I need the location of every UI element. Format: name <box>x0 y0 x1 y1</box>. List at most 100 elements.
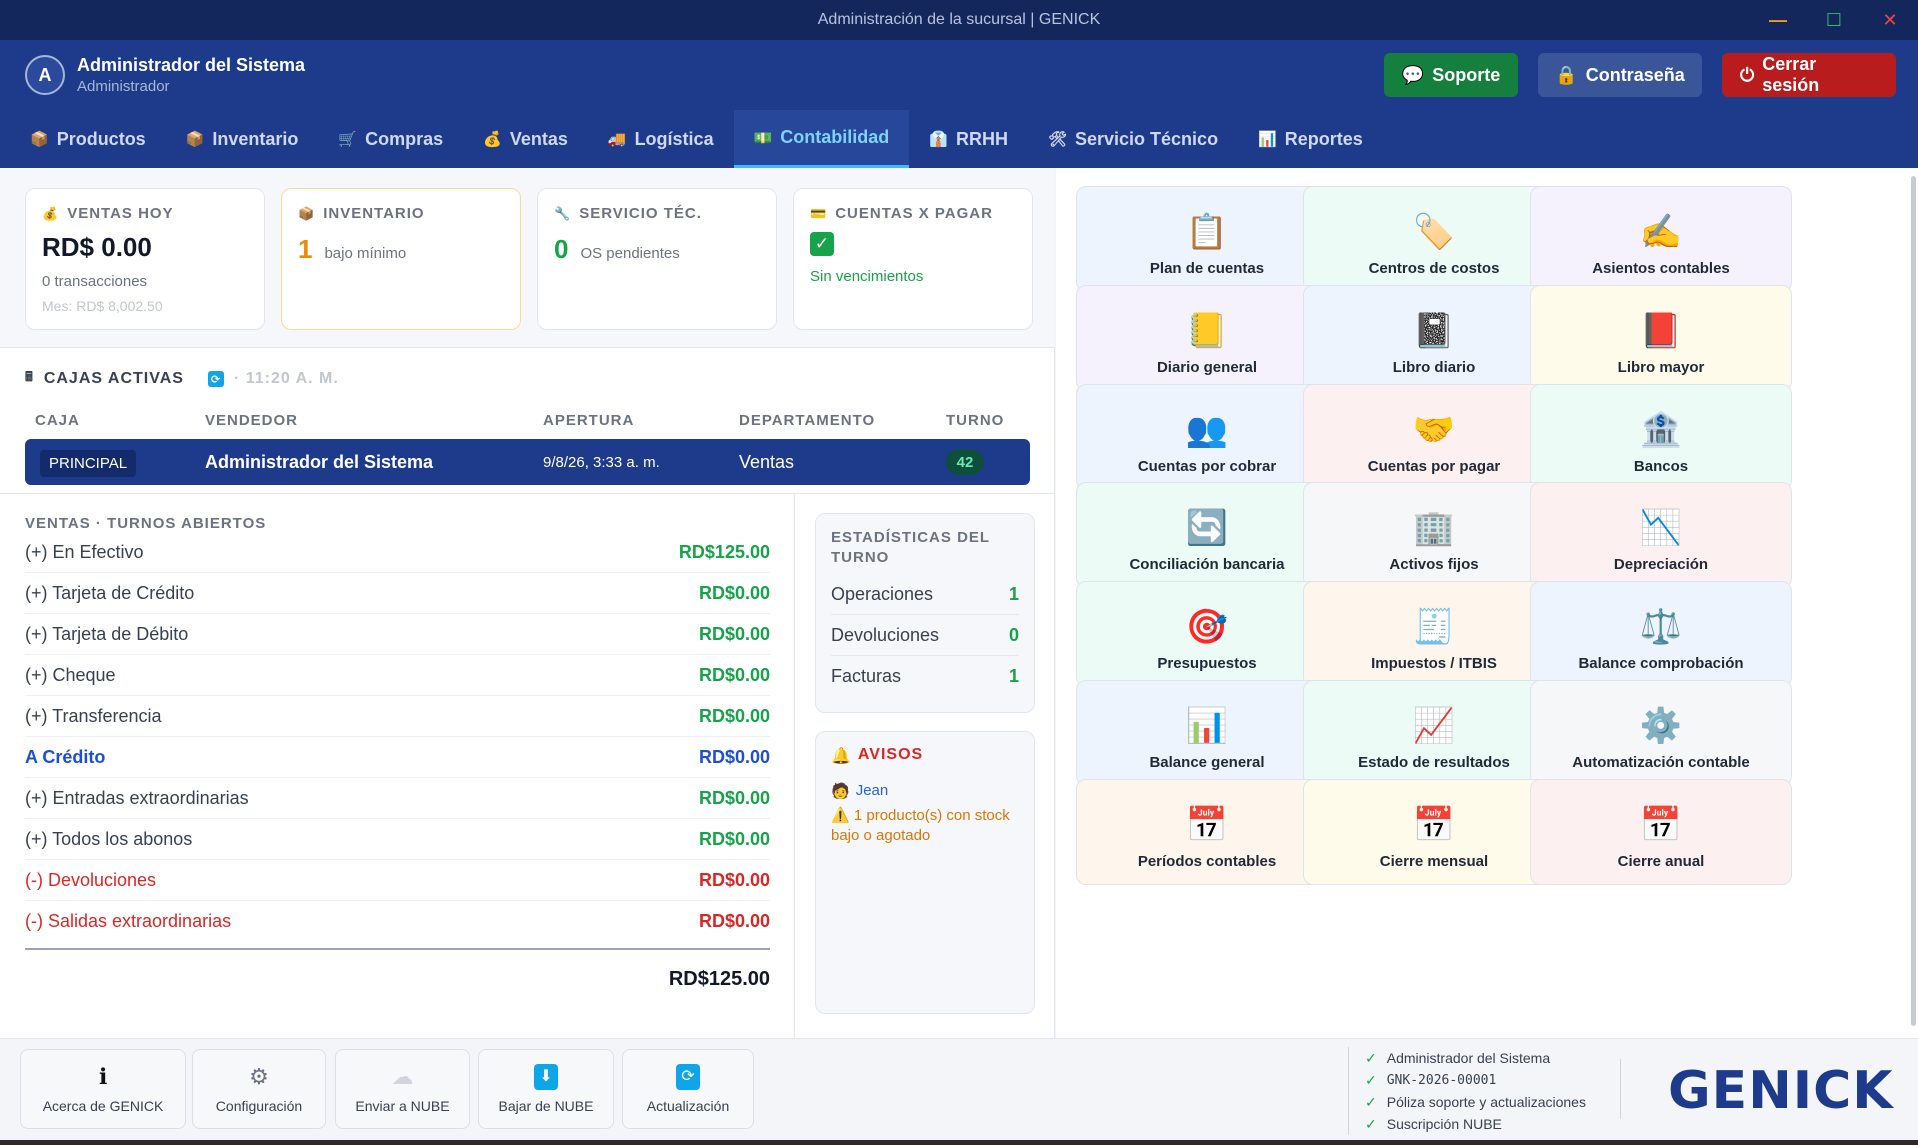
module-tile[interactable]: 📊 Balance general <box>1076 680 1338 786</box>
bar-chart-icon: 📊 <box>1185 707 1229 745</box>
table-row[interactable]: PRINCIPAL Administrador del Sistema 9/8/… <box>25 439 1030 485</box>
bar-chart-icon: 📊 <box>1258 131 1277 148</box>
module-tile[interactable]: ⚙️ Automatización contable <box>1530 680 1792 786</box>
scrollbar[interactable] <box>1908 168 1918 1038</box>
module-label: Períodos contables <box>1137 853 1277 870</box>
dashboard-panel: 💰 VENTAS HOY RD$ 0.00 0 transacciones Mes… <box>0 168 1055 1038</box>
module-tile[interactable]: 🤝 Cuentas por pagar <box>1303 384 1565 490</box>
aviso-text: 1 producto(s) con stock bajo o agotado <box>831 807 1010 844</box>
refresh-icon[interactable]: ⟳ <box>207 371 224 387</box>
window-titlebar: Administración de la sucursal | GENICK —… <box>0 0 1918 40</box>
ventas-amount: RD$0.00 <box>698 787 770 808</box>
sync-icon: 🔄 <box>1185 509 1229 547</box>
module-tile[interactable]: 📈 Estado de resultados <box>1303 680 1565 786</box>
avatar: A <box>25 55 65 95</box>
module-tile[interactable]: ✍️ Asientos contables <box>1530 186 1792 292</box>
chart-decreasing-icon: 📉 <box>1639 509 1683 547</box>
module-tile[interactable]: 📒 Diario general <box>1076 285 1338 391</box>
password-button[interactable]: 🔒 Contraseña <box>1538 53 1702 97</box>
cajas-title: CAJAS ACTIVAS <box>43 370 184 387</box>
inventario-card[interactable]: 📦 INVENTARIO 1 bajo mínimo <box>281 188 521 330</box>
module-tile[interactable]: ⚖️ Balance comprobación <box>1530 581 1792 687</box>
minimize-icon[interactable]: — <box>1750 0 1806 40</box>
estadisticas-turno: ESTADÍSTICAS DEL TURNO Operaciones 1 Devo… <box>815 513 1035 713</box>
tab-productos[interactable]: 📦 Productos <box>10 110 166 168</box>
register-icon: 🖩 <box>25 369 34 384</box>
office-building-icon: 🏢 <box>1412 509 1456 547</box>
module-tile[interactable]: 🔄 Conciliación bancaria <box>1076 482 1338 588</box>
close-icon[interactable]: ✕ <box>1862 0 1918 40</box>
module-tile[interactable]: 📋 Plan de cuentas <box>1076 186 1338 292</box>
scrollbar-thumb[interactable] <box>1911 176 1916 1026</box>
tab-label: Contabilidad <box>780 127 890 147</box>
inventario-count: 1 <box>298 234 313 264</box>
tab-inventario[interactable]: 📦 Inventario <box>166 110 319 168</box>
support-button[interactable]: 💬 Soporte <box>1384 53 1518 97</box>
ventas-turnos: VENTAS · TURNOS ABIERTOS (+) En Efectivo… <box>25 515 770 991</box>
window-controls: — ☐ ✕ <box>1750 0 1918 40</box>
info-icon: ℹ <box>98 1064 108 1089</box>
tab-servicio-tecnico[interactable]: 🛠 Servicio Técnico <box>1028 110 1238 168</box>
power-icon: ⏻ <box>1740 64 1755 85</box>
receipt-icon: 🧾 <box>1412 608 1456 646</box>
ventas-title: VENTAS · TURNOS ABIERTOS <box>25 515 267 532</box>
module-tile[interactable]: 🏷️ Centros de costos <box>1303 186 1565 292</box>
module-tile[interactable]: 🏢 Activos fijos <box>1303 482 1565 588</box>
module-tile[interactable]: 🏦 Bancos <box>1530 384 1792 490</box>
module-label: Plan de cuentas <box>1149 260 1265 277</box>
actualizacion-button[interactable]: ⟳ Actualización <box>622 1049 754 1129</box>
cuentas-card[interactable]: 💳 CUENTAS X PAGAR ✓ Sin vencimientos <box>793 188 1033 330</box>
module-label: Balance comprobación <box>1578 655 1744 672</box>
user-name: Administrador del Sistema <box>77 55 306 75</box>
contabilidad-modules: 📋 Plan de cuentas 🏷️ Centros de costos ✍️ Asi… <box>1056 168 1908 1038</box>
tab-compras[interactable]: 🛒 Compras <box>318 110 463 168</box>
stat-value: 1 <box>1008 666 1019 686</box>
ventas-label: (+) Tarjeta de Crédito <box>25 582 195 603</box>
download-icon: ⬇ <box>534 1064 558 1090</box>
box-icon: 📦 <box>298 205 316 221</box>
col-header: VENDEDOR <box>205 412 299 429</box>
cajas-time: · 11:20 A. M. <box>233 370 339 387</box>
genick-logo: GENICK <box>1668 1061 1894 1121</box>
bajar-nube-button[interactable]: ⬇ Bajar de NUBE <box>478 1049 614 1129</box>
module-tile[interactable]: 📓 Libro diario <box>1303 285 1565 391</box>
card-title: 💳 CUENTAS X PAGAR <box>810 205 1016 222</box>
aviso-message[interactable]: ⚠️ 1 producto(s) con stock bajo o agotad… <box>831 806 1019 846</box>
tab-rrhh[interactable]: 👔 RRHH <box>909 110 1028 168</box>
module-tile[interactable]: 👥 Cuentas por cobrar <box>1076 384 1338 490</box>
module-tile[interactable]: 📉 Depreciación <box>1530 482 1792 588</box>
tab-logistica[interactable]: 🚚 Logística <box>588 110 734 168</box>
tab-label: Servicio Técnico <box>1075 128 1219 149</box>
tab-contabilidad[interactable]: 💵 Contabilidad <box>733 110 910 168</box>
inventario-line: 1 bajo mínimo <box>298 234 504 265</box>
aviso-user[interactable]: 🧑 Jean <box>831 782 1019 800</box>
col-header: TURNO <box>946 412 1005 429</box>
module-label: Cuentas por cobrar <box>1137 458 1277 475</box>
enviar-nube-button[interactable]: ☁ Enviar a NUBE <box>335 1049 470 1129</box>
module-tile[interactable]: 🎯 Presupuestos <box>1076 581 1338 687</box>
list-item: (-) Salidas extraordinarias RD$0.00 <box>25 901 770 942</box>
money-bag-icon: 💰 <box>483 131 502 148</box>
logout-button[interactable]: ⏻ Cerrar sesión <box>1722 53 1896 97</box>
configuracion-button[interactable]: ⚙ Configuración <box>192 1049 326 1129</box>
ventas-hoy-card[interactable]: 💰 VENTAS HOY RD$ 0.00 0 transacciones Mes… <box>25 188 265 330</box>
module-tile[interactable]: 🧾 Impuestos / ITBIS <box>1303 581 1565 687</box>
module-tile[interactable]: 📅 Cierre anual <box>1530 779 1792 885</box>
user-info: Administrador del Sistema Administrador <box>77 55 305 95</box>
module-tile[interactable]: 📅 Cierre mensual <box>1303 779 1565 885</box>
logout-label: Cerrar sesión <box>1762 54 1820 95</box>
module-tile[interactable]: 📅 Períodos contables <box>1076 779 1338 885</box>
acerca-button[interactable]: ℹ Acerca de GENICK <box>20 1049 186 1129</box>
maximize-icon[interactable]: ☐ <box>1806 0 1862 40</box>
module-label: Cierre mensual <box>1379 853 1489 870</box>
servicio-card[interactable]: 🔧 SERVICIO TÉC. 0 OS pendientes <box>537 188 777 330</box>
ventas-label: A Crédito <box>25 746 106 767</box>
ventas-amount: RD$0.00 <box>698 746 770 767</box>
module-label: Libro diario <box>1392 359 1476 376</box>
tab-reportes[interactable]: 📊 Reportes <box>1238 110 1383 168</box>
tab-ventas[interactable]: 💰 Ventas <box>463 110 588 168</box>
stats-band: 💰 VENTAS HOY RD$ 0.00 0 transacciones Mes… <box>0 168 1055 348</box>
module-tile[interactable]: 📕 Libro mayor <box>1530 285 1792 391</box>
handshake-icon: 🤝 <box>1412 411 1456 449</box>
caja-cell: PRINCIPAL <box>40 449 205 477</box>
